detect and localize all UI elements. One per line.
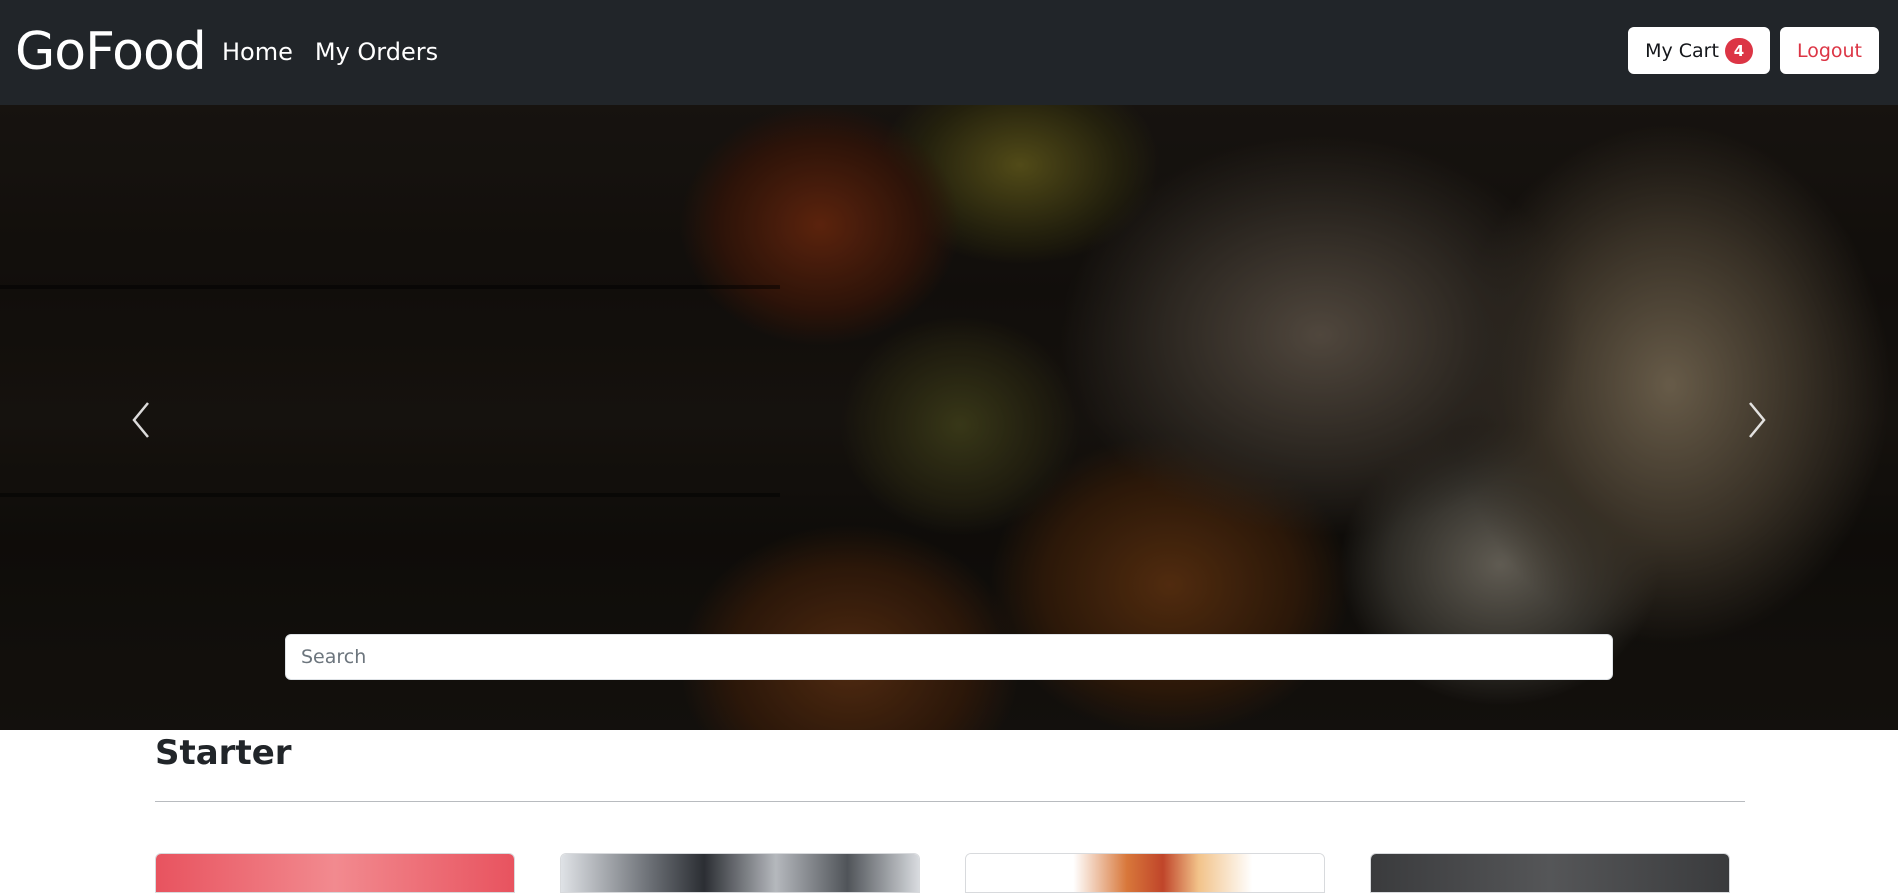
carousel-prev-button[interactable] bbox=[122, 395, 162, 445]
nav-actions: My Cart 4 Logout bbox=[1628, 27, 1879, 74]
food-card-image bbox=[1371, 854, 1729, 892]
my-cart-button[interactable]: My Cart 4 bbox=[1628, 27, 1770, 74]
nav-home-link[interactable]: Home bbox=[222, 36, 293, 68]
my-cart-label: My Cart bbox=[1645, 39, 1719, 62]
logout-button[interactable]: Logout bbox=[1779, 27, 1879, 74]
search-container bbox=[285, 634, 1613, 680]
food-card[interactable] bbox=[1370, 853, 1730, 893]
category-title: Starter bbox=[155, 733, 292, 773]
cart-count-badge: 4 bbox=[1724, 37, 1753, 64]
food-card-image bbox=[156, 854, 514, 892]
brand-logo[interactable]: GoFood bbox=[15, 20, 207, 84]
nav-my-orders-link[interactable]: My Orders bbox=[315, 36, 438, 68]
food-card[interactable] bbox=[560, 853, 920, 893]
search-input[interactable] bbox=[285, 634, 1613, 680]
chevron-right-icon bbox=[1749, 402, 1766, 438]
navbar: GoFood Home My Orders My Cart 4 Logout bbox=[0, 0, 1898, 105]
chevron-left-icon bbox=[132, 402, 149, 438]
food-card-image bbox=[561, 854, 919, 892]
food-card[interactable] bbox=[155, 853, 515, 893]
carousel-next-button[interactable] bbox=[1736, 395, 1776, 445]
food-card[interactable] bbox=[965, 853, 1325, 893]
hero-carousel bbox=[0, 105, 1898, 730]
nav-links: Home My Orders bbox=[222, 36, 438, 68]
food-card-image bbox=[966, 854, 1324, 892]
section-divider bbox=[155, 801, 1745, 802]
